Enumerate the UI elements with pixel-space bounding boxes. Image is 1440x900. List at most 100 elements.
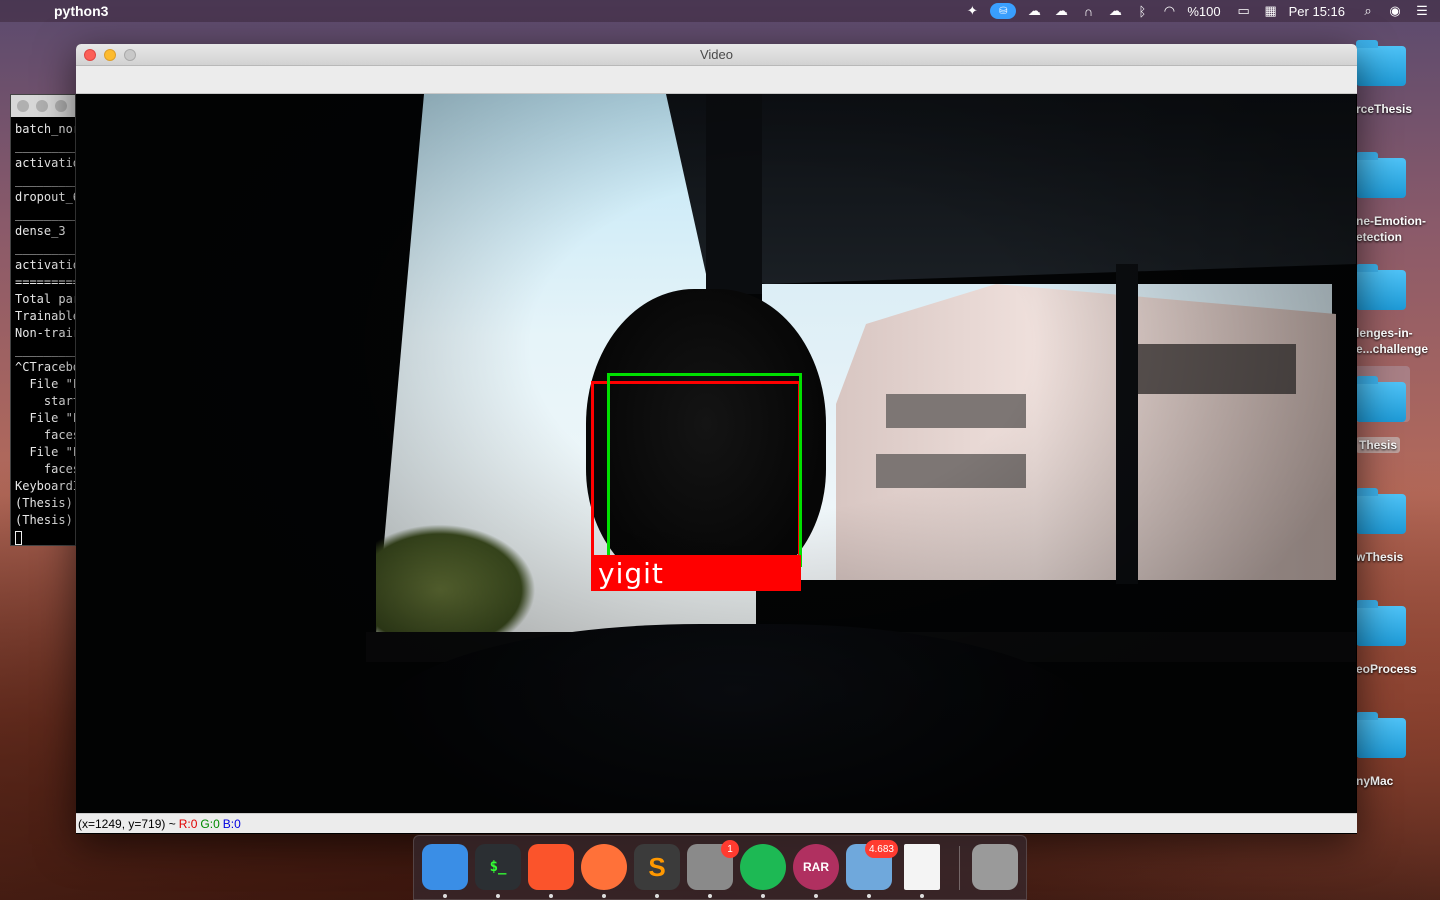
terminal-line: activatio [15, 156, 76, 170]
terminal-line: (Thesis) [15, 513, 76, 527]
folder-icon [1356, 600, 1406, 646]
terminal-line: KeyboardI [15, 479, 76, 493]
window-title: Video [699, 47, 733, 62]
running-indicator [920, 894, 924, 898]
folder-label: nyMac [1356, 774, 1394, 788]
headphones-icon[interactable]: ∩ [1079, 4, 1097, 19]
firefox-icon[interactable] [581, 844, 627, 890]
cloud-icon[interactable]: ☁ [1106, 3, 1124, 18]
battery-icon[interactable]: ▭ [1235, 3, 1253, 18]
terminal-line: faces [15, 462, 76, 476]
document-icon[interactable] [904, 844, 940, 890]
terminal-line: dense_3 ( [15, 224, 76, 238]
balcony-railing [876, 454, 1026, 488]
balcony-railing [886, 394, 1026, 428]
terminal-line: File "F [15, 411, 76, 425]
face-tracking-box [607, 373, 802, 567]
window-toolbar [76, 66, 1357, 94]
spotify-icon[interactable] [740, 844, 786, 890]
terminal-line: dropout_6 [15, 190, 76, 204]
terminal-line: (Thesis) [15, 496, 76, 510]
terminal-line: __________ [15, 173, 75, 187]
pixel-blue: B:0 [222, 816, 241, 831]
terminal-line: __________ [15, 241, 75, 255]
dock-glyph: $_ [489, 859, 507, 875]
notification-badge: 1 [721, 840, 739, 858]
terminal-line: __________ [15, 139, 75, 153]
background-tree [376, 524, 536, 634]
running-indicator [708, 894, 712, 898]
mail-icon[interactable]: 4.683 [846, 840, 898, 890]
siri-icon[interactable]: ◉ [1386, 3, 1404, 18]
terminal-window[interactable]: batch_nor__________activatio__________dr… [10, 94, 76, 546]
brave-icon[interactable] [528, 844, 574, 890]
terminal-line: __________ [15, 343, 75, 357]
spotlight-icon[interactable]: ⌕ [1359, 3, 1377, 18]
running-indicator [655, 894, 659, 898]
sublime-icon[interactable]: S [634, 844, 680, 890]
terminal-line: activatio [15, 258, 76, 272]
terminal-line: faces [15, 428, 76, 442]
notification-badge: 4.683 [864, 840, 898, 858]
folder-label: rceThesis [1356, 102, 1413, 116]
minimize-icon[interactable] [36, 100, 48, 112]
folder-label: Thesis [1356, 437, 1401, 453]
running-indicator [443, 894, 447, 898]
minimize-icon[interactable] [104, 49, 116, 61]
close-icon[interactable] [84, 49, 96, 61]
folder-icon [1356, 40, 1406, 86]
icloud-icon[interactable]: ☁ [1052, 3, 1070, 18]
cloud-sync-icon[interactable]: ⛁ [990, 3, 1017, 19]
terminal-line: Total par [15, 292, 76, 306]
folder-label: eoProcess [1356, 662, 1417, 676]
video-frame[interactable]: yigit [76, 94, 1356, 813]
running-indicator [761, 894, 765, 898]
folder-icon [1356, 152, 1406, 198]
terminal-line: Trainable [15, 309, 76, 323]
zoom-icon[interactable] [124, 49, 136, 61]
battery-percent[interactable]: %100 [1187, 4, 1220, 19]
app-menu-name[interactable]: python3 [54, 3, 108, 19]
dock-glyph: S [648, 851, 666, 882]
terminal-line: Non-trair [15, 326, 76, 340]
folder-icon [1356, 712, 1406, 758]
wifi-icon[interactable]: ◠ [1160, 3, 1178, 18]
terminal-line: ^CTracebo [15, 360, 76, 374]
terminal-icon[interactable]: $_ [475, 844, 521, 890]
zoom-icon[interactable] [55, 100, 67, 112]
bluetooth-icon[interactable]: ᛒ [1133, 4, 1151, 19]
status-bar: (x=1249, y=719) ~ R:0 G:0 B:0 [76, 813, 1357, 833]
folder-label: lenges-in- [1356, 326, 1413, 340]
folder-label: etection [1356, 230, 1403, 244]
rar-icon[interactable]: RAR [793, 844, 839, 890]
control-center-icon[interactable]: ☰ [1413, 3, 1431, 18]
folder-label: e...challenge [1356, 342, 1429, 356]
folder-icon [1356, 376, 1406, 422]
finder-icon[interactable] [422, 844, 468, 890]
system-preferences-icon[interactable]: 1 [687, 840, 739, 890]
calendar-icon[interactable]: ▦ [1262, 3, 1280, 18]
running-indicator [496, 894, 500, 898]
running-indicator [549, 894, 553, 898]
video-window[interactable]: Video yigit (x=1249, y=719) ~ R:0 G:0 B:… [76, 44, 1357, 834]
dock-glyph: RAR [803, 860, 829, 874]
trash-icon[interactable] [972, 844, 1018, 890]
pixel-red: R:0 [178, 816, 198, 831]
dock-separator [959, 846, 960, 890]
terminal-line: File "F [15, 445, 76, 459]
menu-clock[interactable]: Per 15:16 [1289, 4, 1345, 19]
background-building [836, 284, 1336, 580]
notch-icon[interactable]: ✦ [963, 3, 981, 18]
terminal-cursor [15, 530, 22, 545]
dock: $_ S 1 RAR 4.683 [413, 835, 1027, 900]
running-indicator [602, 894, 606, 898]
close-icon[interactable] [17, 100, 29, 112]
terminal-output: batch_nor__________activatio__________dr… [11, 117, 76, 545]
cloudapp-icon[interactable]: ☁ [1025, 3, 1043, 18]
folder-label: ne-Emotion- [1356, 214, 1426, 228]
running-indicator [814, 894, 818, 898]
terminal-line: start [15, 394, 76, 408]
face-label: yigit [598, 557, 664, 590]
window-titlebar[interactable]: Video [76, 44, 1357, 66]
terminal-titlebar [11, 95, 75, 117]
